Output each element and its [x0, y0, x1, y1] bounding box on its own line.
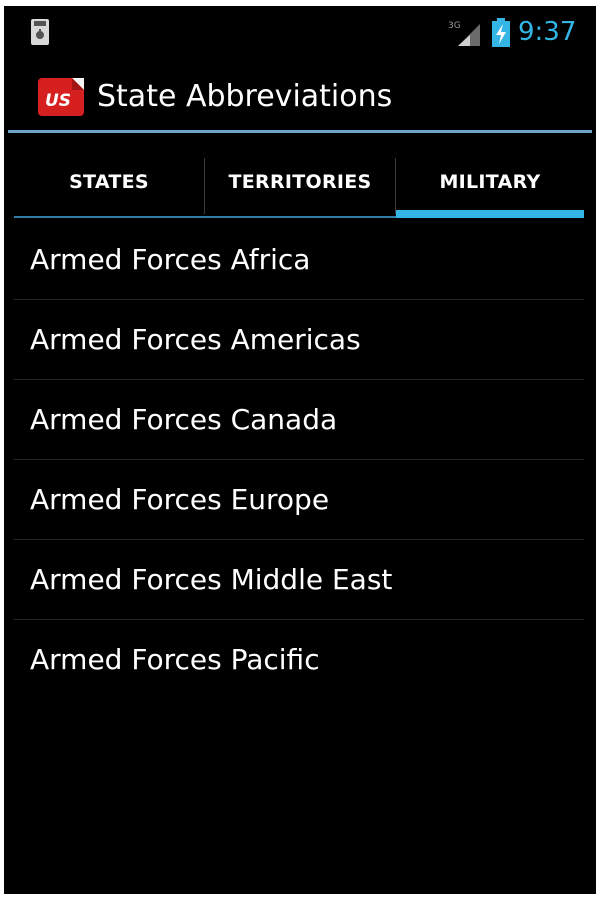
- selected-tab-indicator: [396, 210, 584, 218]
- tab-territories[interactable]: TERRITORIES: [205, 146, 395, 218]
- app-title: State Abbreviations: [97, 79, 393, 114]
- list-item-label: Armed Forces Americas: [30, 323, 361, 356]
- list-item[interactable]: Armed Forces Americas: [14, 300, 584, 380]
- list-item-label: Armed Forces Europe: [30, 483, 330, 516]
- sd-card-usb-icon: [31, 19, 49, 45]
- list-item[interactable]: Armed Forces Canada: [14, 380, 584, 460]
- action-bar-divider: [8, 130, 592, 133]
- device-frame: 3G 9:37 US State Abbreviations STATES TE…: [0, 0, 600, 900]
- list-item-label: Armed Forces Middle East: [30, 563, 393, 596]
- tab-military[interactable]: MILITARY: [396, 146, 584, 218]
- status-time: 9:37: [518, 17, 577, 47]
- network-type-label: 3G: [448, 21, 461, 31]
- tab-bar: STATES TERRITORIES MILITARY: [14, 146, 584, 224]
- action-bar: US State Abbreviations: [4, 64, 596, 128]
- list-item[interactable]: Armed Forces Africa: [14, 220, 584, 300]
- list-item[interactable]: Armed Forces Europe: [14, 460, 584, 540]
- status-bar: 3G 9:37: [4, 6, 596, 56]
- list-item-label: Armed Forces Africa: [30, 243, 311, 276]
- phone-screen: 3G 9:37 US State Abbreviations STATES TE…: [4, 6, 596, 894]
- list-item[interactable]: Armed Forces Pacific: [14, 620, 584, 700]
- cell-signal-icon: 3G: [448, 21, 480, 46]
- list-item-label: Armed Forces Canada: [30, 403, 338, 436]
- battery-charging-icon: [492, 18, 510, 47]
- tab-states[interactable]: STATES: [14, 146, 204, 218]
- military-list: Armed Forces Africa Armed Forces America…: [14, 220, 584, 700]
- us-flag-icon[interactable]: US: [36, 74, 86, 120]
- app-icon-text: US: [45, 91, 71, 111]
- list-item-label: Armed Forces Pacific: [30, 643, 320, 676]
- list-item[interactable]: Armed Forces Middle East: [14, 540, 584, 620]
